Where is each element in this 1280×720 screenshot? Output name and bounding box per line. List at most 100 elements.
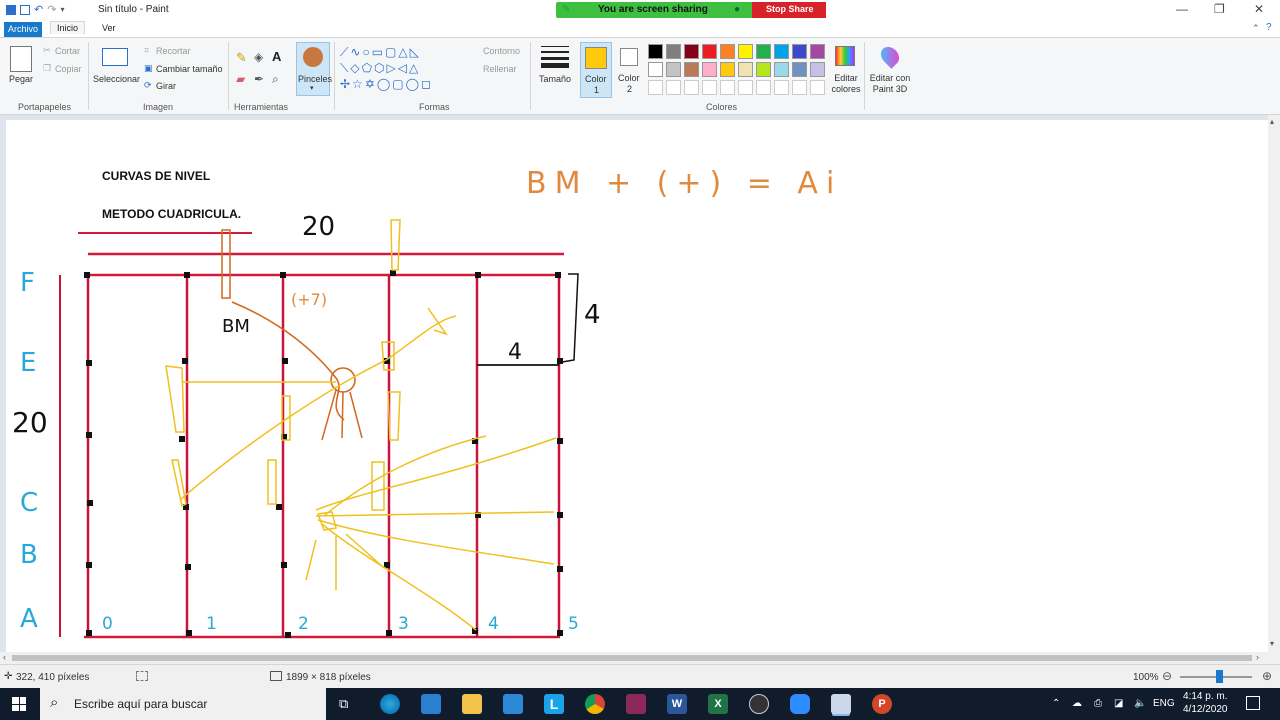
taskbar-search[interactable]: ⌕ Escribe aquí para buscar xyxy=(40,688,326,720)
scroll-down-icon[interactable]: ▾ xyxy=(1270,639,1274,648)
crop-button[interactable]: Recortar xyxy=(156,46,191,56)
taskbar-clock[interactable]: 4:14 p. m. 4/12/2020 xyxy=(1183,690,1228,716)
palette-swatch[interactable] xyxy=(756,62,771,77)
edge-icon[interactable] xyxy=(380,694,400,714)
palette-swatch-empty[interactable] xyxy=(702,80,717,95)
palette-swatch[interactable] xyxy=(648,44,663,59)
palette-swatch[interactable] xyxy=(720,62,735,77)
brushes-button[interactable]: Pinceles ▾ xyxy=(296,42,332,96)
redo-icon[interactable]: ↷ xyxy=(47,3,56,16)
shapes-gallery[interactable]: ⟋∿○▭▢△◺ ⟍◇⬠⬡▷◁△ ✢☆✡◯▢◯◻ xyxy=(340,44,458,94)
palette-swatch-empty[interactable] xyxy=(720,80,735,95)
notifications-icon[interactable] xyxy=(1246,696,1260,710)
usb-icon[interactable]: ⎙ xyxy=(1094,698,1102,709)
customize-dropdown-icon[interactable]: ▾ xyxy=(60,5,64,14)
palette-swatch[interactable] xyxy=(666,62,681,77)
size-icon[interactable] xyxy=(541,46,569,68)
zoom-out-icon[interactable]: ⊖ xyxy=(1162,669,1172,683)
palette-swatch-empty[interactable] xyxy=(666,80,681,95)
onedrive-icon[interactable]: ☁ xyxy=(1072,698,1082,709)
restore-icon[interactable]: ❐ xyxy=(1214,2,1225,16)
resize-button[interactable]: Cambiar tamaño xyxy=(156,64,223,74)
palette-swatch-empty[interactable] xyxy=(684,80,699,95)
drawing-canvas[interactable]: CURVAS DE NIVEL METODO CUADRICULA. 20 20… xyxy=(6,120,1268,652)
palette-swatch-empty[interactable] xyxy=(792,80,807,95)
winrar-icon[interactable] xyxy=(626,694,646,714)
minimize-icon[interactable]: — xyxy=(1176,2,1188,16)
task-view-icon[interactable]: ⧉ xyxy=(339,696,348,712)
mail-icon[interactable] xyxy=(503,694,523,714)
scroll-up-icon[interactable]: ▴ xyxy=(1270,117,1274,126)
palette-swatch[interactable] xyxy=(684,44,699,59)
scroll-right-icon[interactable]: › xyxy=(1256,652,1259,662)
word-icon[interactable]: W xyxy=(667,694,687,714)
rotate-button[interactable]: Girar xyxy=(156,81,176,91)
palette-swatch[interactable] xyxy=(702,62,717,77)
windows-start-icon[interactable] xyxy=(12,697,26,711)
pencil-icon[interactable]: ✎ xyxy=(236,50,247,66)
tab-inicio[interactable]: Inicio xyxy=(50,21,86,34)
palette-swatch[interactable] xyxy=(648,62,663,77)
palette-swatch-empty[interactable] xyxy=(810,80,825,95)
palette-swatch[interactable] xyxy=(684,62,699,77)
volume-icon[interactable]: 🔈 xyxy=(1134,698,1146,709)
stop-share-button[interactable]: Stop Share xyxy=(752,2,826,18)
palette-swatch[interactable] xyxy=(666,44,681,59)
file-explorer-icon[interactable] xyxy=(462,694,482,714)
store-icon[interactable] xyxy=(421,694,441,714)
color-picker-icon[interactable]: ✒ xyxy=(254,72,264,86)
palette-swatch-empty[interactable] xyxy=(756,80,771,95)
vertical-scrollbar[interactable]: ▴ ▾ xyxy=(1268,115,1280,652)
powerpoint-icon[interactable]: P xyxy=(872,694,892,714)
scroll-left-icon[interactable]: ‹ xyxy=(3,652,6,662)
palette-swatch[interactable] xyxy=(792,44,807,59)
language-indicator[interactable]: ENG xyxy=(1153,698,1175,709)
select-button[interactable]: Seleccionar xyxy=(93,74,140,84)
select-icon[interactable] xyxy=(102,48,128,66)
paste-icon[interactable] xyxy=(10,46,32,72)
palette-swatch[interactable] xyxy=(810,44,825,59)
zoom-app-icon[interactable] xyxy=(790,694,810,714)
chevron-up-icon[interactable]: ⌃ xyxy=(1252,23,1260,34)
undo-icon[interactable]: ↶ xyxy=(34,3,43,16)
palette-swatch[interactable] xyxy=(810,62,825,77)
color2-button[interactable]: Color 2 xyxy=(614,42,646,98)
edit-colors-button[interactable]: Editar colores xyxy=(830,44,861,100)
chrome-icon[interactable] xyxy=(585,694,605,714)
paint3d-button[interactable]: Editar con Paint 3D xyxy=(868,43,912,100)
palette-swatch[interactable] xyxy=(756,44,771,59)
network-icon[interactable]: ◪ xyxy=(1114,698,1123,709)
palette-swatch[interactable] xyxy=(774,44,789,59)
palette-swatch[interactable] xyxy=(702,44,717,59)
copy-button[interactable]: Copiar xyxy=(55,64,82,74)
cut-button[interactable]: Cortar xyxy=(55,46,80,56)
excel-icon[interactable]: X xyxy=(708,694,728,714)
tab-ver[interactable]: Ver xyxy=(102,23,116,33)
l-app-icon[interactable]: L xyxy=(544,694,564,714)
paint-taskbar-icon[interactable] xyxy=(831,694,851,714)
palette-swatch[interactable] xyxy=(738,62,753,77)
save-icon[interactable] xyxy=(20,4,30,15)
fill-icon[interactable]: ◈ xyxy=(254,50,263,64)
zoom-slider[interactable] xyxy=(1180,670,1252,683)
help-icon[interactable]: ? xyxy=(1266,22,1272,33)
fill-button[interactable]: Rellenar xyxy=(483,64,517,74)
tray-chevron-icon[interactable]: ⌃ xyxy=(1052,698,1060,709)
magnifier-icon[interactable]: ⌕ xyxy=(272,72,279,87)
scroll-thumb[interactable] xyxy=(12,655,1252,661)
palette-swatch-empty[interactable] xyxy=(738,80,753,95)
paste-button[interactable]: Pegar xyxy=(9,74,33,84)
palette-swatch-empty[interactable] xyxy=(648,80,663,95)
zoom-in-icon[interactable]: ⊕ xyxy=(1262,669,1272,683)
xbox-icon[interactable] xyxy=(749,694,769,714)
horizontal-scrollbar[interactable]: ‹ › xyxy=(0,652,1268,664)
text-icon[interactable]: A xyxy=(272,49,281,64)
outline-button[interactable]: Contorno xyxy=(483,46,520,56)
palette-swatch[interactable] xyxy=(792,62,807,77)
palette-swatch-empty[interactable] xyxy=(774,80,789,95)
palette-swatch[interactable] xyxy=(720,44,735,59)
palette-swatch[interactable] xyxy=(738,44,753,59)
palette-swatch[interactable] xyxy=(774,62,789,77)
eraser-icon[interactable]: ▰ xyxy=(236,72,245,86)
tab-archivo[interactable]: Archivo xyxy=(4,22,42,37)
